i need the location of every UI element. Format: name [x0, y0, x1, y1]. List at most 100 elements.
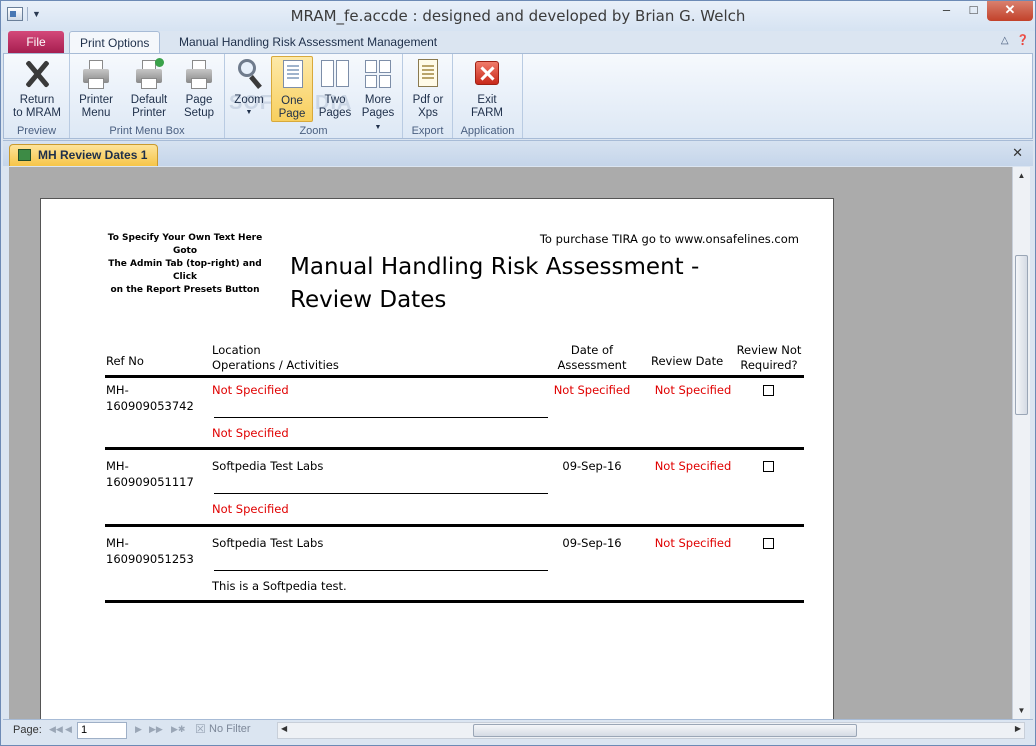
row-3-date: 09-Sep-16: [562, 536, 622, 550]
tab-mh-review-dates[interactable]: MH Review Dates 1: [9, 144, 159, 166]
return-to-mram-button[interactable]: Return to MRAM: [8, 56, 66, 122]
printer-menu-button[interactable]: Printer Menu: [72, 56, 120, 122]
close-document-button[interactable]: ✕: [1012, 145, 1023, 161]
printer-icon: [81, 58, 111, 90]
row-3-review-date: Not Specified: [654, 536, 732, 550]
report-icon: [18, 149, 31, 161]
row-1-ref-line-2: 160909053742: [106, 399, 194, 413]
magnifier-icon: [234, 58, 264, 90]
header-location-line-2: Operations / Activities: [212, 358, 339, 372]
row-2-divider: [214, 493, 548, 494]
row-1-not-required-checkbox[interactable]: [763, 385, 774, 396]
two-pages-button[interactable]: Two Pages: [315, 56, 355, 122]
header-date-line-2: Assessment: [557, 358, 627, 372]
row-1-ref-line-1: MH-: [106, 383, 129, 397]
page-setup-button[interactable]: Page Setup: [178, 56, 220, 122]
purchase-text: To purchase TIRA go to www.onsafelines.c…: [539, 232, 799, 246]
report-title-line-1: Manual Handling Risk Assessment -: [290, 254, 700, 280]
scroll-left-icon[interactable]: ◀: [281, 724, 287, 733]
previous-page-icon[interactable]: ◀: [65, 724, 72, 735]
vertical-scrollbar[interactable]: ▲ ▼: [1012, 167, 1030, 719]
custom-text-note: To Specify Your Own Text Here Goto The A…: [99, 232, 271, 297]
tab-print-options[interactable]: Print Options: [69, 31, 161, 53]
window-title: MRAM_fe.accde : designed and developed b…: [290, 7, 746, 25]
row-1-date: Not Specified: [553, 383, 631, 397]
application-window: ▼ MRAM_fe.accde : designed and developed…: [0, 0, 1036, 746]
zoom-button[interactable]: Zoom ▼: [229, 56, 269, 122]
row-3-location: Softpedia Test Labs: [212, 536, 324, 550]
group-print-menu-box: Printer Menu Default Printer Page Setup …: [70, 54, 225, 138]
more-pages-label: More: [364, 94, 392, 106]
new-record-icon[interactable]: ▶✱: [171, 724, 185, 735]
more-pages-button[interactable]: More Pages ▼: [357, 56, 399, 131]
two-pages-label: Two: [324, 94, 346, 106]
two-pages-label-2: Pages: [318, 107, 352, 119]
window-controls: – □ ✕: [933, 1, 1033, 21]
group-application-label: Application: [460, 125, 515, 137]
horizontal-scroll-thumb[interactable]: [473, 724, 857, 737]
page-number-input[interactable]: 1: [77, 722, 127, 739]
exit-farm-button[interactable]: Exit FARM: [465, 56, 509, 122]
horizontal-scrollbar[interactable]: ◀ ▶: [277, 722, 1025, 739]
page-setup-icon: [184, 58, 214, 90]
maximize-button[interactable]: □: [960, 1, 987, 21]
more-pages-icon: [363, 58, 393, 90]
exit-label: Exit: [477, 94, 497, 106]
document-tab-label: MH Review Dates 1: [38, 148, 148, 162]
row-1-ref: MH- 160909053742: [106, 382, 194, 414]
row-3-divider: [214, 570, 548, 571]
row-2-date: 09-Sep-16: [562, 459, 622, 473]
minimize-ribbon-icon[interactable]: △: [1001, 35, 1009, 46]
document-tab-strip: MH Review Dates 1 ✕: [3, 140, 1033, 166]
tab-file[interactable]: File: [8, 31, 64, 53]
exit-icon: [472, 58, 502, 90]
group-application: Exit FARM Application: [453, 54, 523, 138]
no-filter-indicator[interactable]: No Filter: [195, 722, 251, 736]
pdf-document-icon: [413, 58, 443, 90]
group-export: Pdf or Xps Export: [403, 54, 453, 138]
next-page-icon[interactable]: ▶: [135, 724, 142, 735]
last-page-icon[interactable]: ▶▶: [149, 724, 163, 735]
header-location: Location Operations / Activities: [212, 343, 339, 373]
row-2-ref: MH- 160909051117: [106, 458, 194, 490]
group-preview-label: Preview: [16, 125, 57, 137]
header-review-date: Review Date: [651, 354, 724, 368]
minimize-button[interactable]: –: [933, 1, 960, 21]
note-line-3: on the Report Presets Button: [110, 285, 260, 295]
default-printer-button[interactable]: Default Printer: [124, 56, 174, 122]
report-title-line-2: Review Dates: [290, 287, 447, 313]
note-line-2: The Admin Tab (top-right) and Click: [108, 259, 262, 282]
one-page-label-2: Page: [278, 108, 306, 120]
tab-management[interactable]: Manual Handling Risk Assessment Manageme…: [169, 31, 447, 53]
row-1-activities: Not Specified: [212, 426, 289, 440]
one-page-button[interactable]: One Page: [271, 56, 313, 122]
header-rule: [105, 375, 804, 378]
scroll-up-icon[interactable]: ▲: [1013, 167, 1030, 184]
header-date-of-assessment: Date of Assessment: [549, 343, 635, 373]
page-setup-label: Page: [185, 94, 213, 106]
group-zoom-label: Zoom: [299, 125, 328, 137]
printer-menu-label-2: Menu: [81, 107, 111, 119]
scroll-down-icon[interactable]: ▼: [1013, 702, 1030, 719]
row-1-location: Not Specified: [212, 383, 289, 397]
help-icon[interactable]: ❓: [1017, 35, 1029, 46]
pdf-label: Pdf or: [412, 94, 444, 106]
pdf-or-xps-button[interactable]: Pdf or Xps: [407, 56, 449, 122]
row-3-not-required-checkbox[interactable]: [763, 538, 774, 549]
row-3-ref-line-1: MH-: [106, 536, 129, 550]
vertical-scroll-thumb[interactable]: [1015, 255, 1028, 415]
row-3-ref: MH- 160909051253: [106, 535, 194, 567]
record-navigation-bar: Page: ◀◀ ◀ 1 ▶ ▶▶ ▶✱ No Filter ◀ ▶: [3, 719, 1033, 741]
default-printer-icon: [134, 58, 164, 90]
pdf-label-2: Xps: [418, 107, 438, 119]
row-2-ref-line-1: MH-: [106, 459, 129, 473]
close-window-button[interactable]: ✕: [987, 1, 1033, 21]
row-3-ref-line-2: 160909051253: [106, 552, 194, 566]
header-review-not-required: Review Not Required?: [731, 343, 807, 373]
row-2-not-required-checkbox[interactable]: [763, 461, 774, 472]
more-pages-text: Pages: [361, 107, 395, 119]
title-bar: ▼ MRAM_fe.accde : designed and developed…: [1, 1, 1035, 31]
first-page-icon[interactable]: ◀◀: [49, 724, 63, 735]
row-1-rule: [105, 447, 804, 450]
scroll-right-icon[interactable]: ▶: [1015, 724, 1021, 733]
